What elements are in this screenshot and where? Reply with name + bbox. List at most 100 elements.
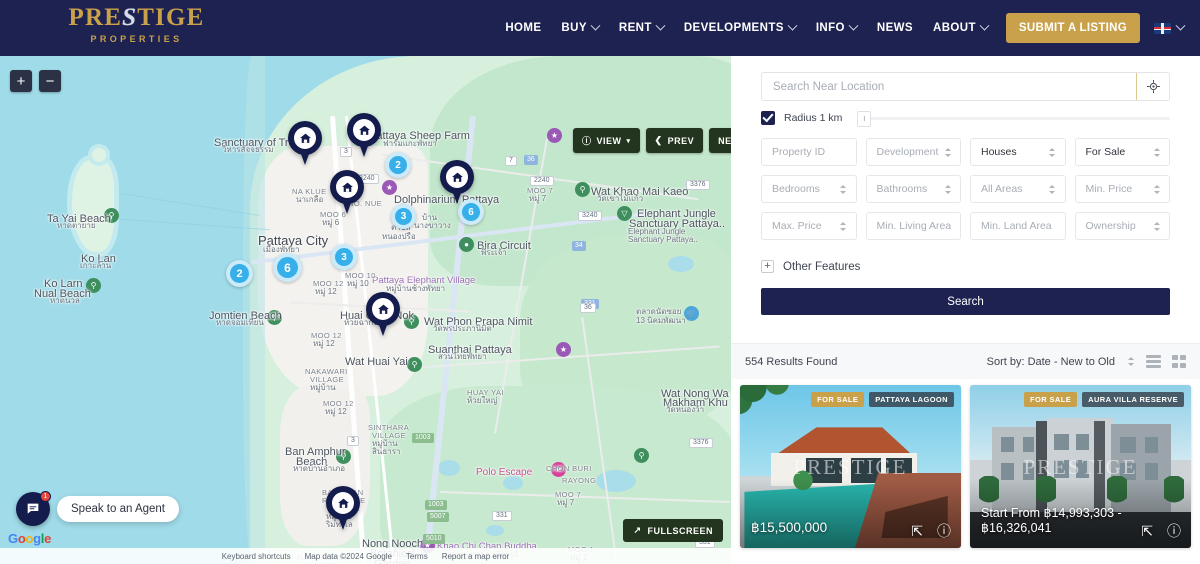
expand-icon[interactable]: ⇱ <box>1141 524 1153 538</box>
map-prev-button[interactable]: ❮ PREV <box>645 128 704 153</box>
nav-item-about[interactable]: ABOUT <box>923 16 998 40</box>
min-price-select[interactable]: Min. Price <box>1074 175 1170 203</box>
search-button[interactable]: Search <box>761 288 1170 315</box>
poi-ta-yai-beach[interactable]: ⚲ <box>104 208 119 223</box>
nav-label: NEWS <box>876 22 914 34</box>
map-canvas[interactable]: ⚲ ⚲ ⚲ ⚲ ⚲ ★ ★ ★ ★ ★ ⚲ ▽ ● ⚲ 🛒 ★ ⚲ ⚲ Sanc… <box>0 56 731 564</box>
map-property-pin[interactable] <box>326 486 360 530</box>
submit-listing-button[interactable]: SUBMIT A LISTING <box>1005 13 1140 43</box>
other-features-toggle[interactable]: + Other Features <box>761 260 1170 273</box>
chevron-down-icon <box>590 20 601 31</box>
chat-widget[interactable]: 1 Speak to an Agent <box>16 491 179 526</box>
results-toolbar: 554 Results Found Sort by: Date - New to… <box>731 343 1200 379</box>
property-type-select[interactable]: Houses <box>970 138 1066 166</box>
map-property-pin[interactable] <box>366 292 400 336</box>
bathrooms-select[interactable]: Bathrooms <box>865 175 961 203</box>
max-price-select[interactable]: Max. Price <box>761 212 857 240</box>
keyboard-shortcuts-link[interactable]: Keyboard shortcuts <box>222 552 291 561</box>
expand-icon[interactable]: ⇱ <box>911 524 923 538</box>
poi-wat-phon[interactable]: ⚲ <box>404 314 419 329</box>
project-badge: PATTAYA LAGOON <box>869 392 954 407</box>
geolocate-button[interactable] <box>1136 73 1169 100</box>
house-icon <box>336 176 358 198</box>
radius-slider-track <box>857 116 1170 120</box>
radius-slider[interactable] <box>857 111 1170 127</box>
sort-chevron-icon[interactable] <box>1126 356 1135 367</box>
map-fullscreen-button[interactable]: ↗ FULLSCREEN <box>623 519 723 542</box>
nav-item-info[interactable]: INFO <box>806 16 867 40</box>
sort-select[interactable]: Sort by: Date - New to Old <box>987 356 1115 368</box>
map-cluster-marker[interactable]: 2 <box>385 152 411 178</box>
map-label: หาดนวล <box>50 296 80 305</box>
map-cluster-marker[interactable]: 6 <box>273 253 302 282</box>
info-circle-icon[interactable]: ⓘ <box>937 524 951 538</box>
house-icon <box>353 119 375 141</box>
terms-link[interactable]: Terms <box>406 552 428 561</box>
grid-view-icon[interactable] <box>1172 355 1186 368</box>
nav-label: HOME <box>505 22 542 34</box>
development-select[interactable]: Development <box>865 138 961 166</box>
areas-select[interactable]: All Areas <box>970 175 1066 203</box>
listing-type-select[interactable]: For Sale <box>1074 138 1170 166</box>
map-next-button[interactable]: NEXT ❯ <box>709 128 731 153</box>
map-view-button[interactable]: ⓘ VIEW ▾ <box>573 128 640 153</box>
map-property-pin[interactable] <box>330 170 364 214</box>
zoom-in-button[interactable]: + <box>10 70 32 92</box>
poi-museum-1[interactable]: ★ <box>382 180 397 195</box>
field-label: Ownership <box>1085 220 1136 232</box>
map-cluster-marker[interactable]: 2 <box>226 260 253 287</box>
property-card[interactable]: PRESTIGE FOR SALE AURA VILLA RESERVE Sta… <box>970 385 1191 548</box>
ownership-select[interactable]: Ownership <box>1074 212 1170 240</box>
poi-green-1[interactable]: ⚲ <box>634 448 649 463</box>
select-chevron-icon <box>1048 147 1057 158</box>
poi-bira-circuit[interactable]: ● <box>459 237 474 252</box>
field-label: Min. Land Area <box>981 220 1052 232</box>
zoom-out-button[interactable]: − <box>39 70 61 92</box>
chat-prompt-label[interactable]: Speak to an Agent <box>57 496 179 522</box>
nav-item-buy[interactable]: BUY <box>551 16 608 40</box>
list-view-icon[interactable] <box>1146 355 1161 368</box>
card-badges: FOR SALE AURA VILLA RESERVE <box>1024 392 1184 407</box>
status-badge: FOR SALE <box>1024 392 1078 407</box>
map-property-pin[interactable] <box>288 121 322 165</box>
radius-slider-handle[interactable] <box>857 111 871 127</box>
map-property-pin[interactable] <box>440 160 474 204</box>
min-living-area-field[interactable]: Min. Living Area <box>865 212 961 240</box>
map-cluster-marker[interactable]: 3 <box>331 244 357 270</box>
nav-item-home[interactable]: HOME <box>495 16 551 40</box>
poi-wat-huai-yai[interactable]: ⚲ <box>407 357 422 372</box>
map-lake-5 <box>668 256 694 272</box>
logo[interactable]: PRESTIGE PROPERTIES <box>64 5 209 44</box>
poi-polo-escape[interactable]: ★ <box>551 462 566 477</box>
bedrooms-select[interactable]: Bedrooms <box>761 175 857 203</box>
nav-label: ABOUT <box>933 22 976 34</box>
language-selector[interactable] <box>1154 20 1186 34</box>
search-input[interactable] <box>762 73 1136 100</box>
map-property-pin[interactable] <box>347 113 381 157</box>
property-card[interactable]: PRESTIGE FOR SALE PATTAYA LAGOON ฿15,500… <box>740 385 961 548</box>
sort-controls: Sort by: Date - New to Old <box>987 355 1186 368</box>
logo-text: PRESTIGE <box>68 4 205 31</box>
poi-ko-larn-nual-beach[interactable]: ⚲ <box>86 278 101 293</box>
nav-item-developments[interactable]: DEVELOPMENTS <box>674 16 806 40</box>
chat-bubble-icon[interactable]: 1 <box>16 491 51 526</box>
report-map-error-link[interactable]: Report a map error <box>442 552 510 561</box>
property-id-field[interactable]: Property ID <box>761 138 857 166</box>
nav-item-news[interactable]: NEWS <box>867 16 923 40</box>
poi-ban-amphur-beach[interactable]: ⚲ <box>336 449 351 464</box>
info-circle-icon[interactable]: ⓘ <box>1167 524 1181 538</box>
poi-suanthai[interactable]: ★ <box>556 342 571 357</box>
poi-museum-2[interactable]: ★ <box>547 128 562 143</box>
radius-checkbox[interactable] <box>761 111 775 125</box>
nav-item-rent[interactable]: RENT <box>609 16 674 40</box>
project-badge: AURA VILLA RESERVE <box>1082 392 1184 407</box>
map-cluster-marker[interactable]: 3 <box>391 204 416 229</box>
poi-wat-khao-mai-kaeo[interactable]: ⚲ <box>575 182 590 197</box>
location-search-row <box>761 72 1170 101</box>
results-card-grid: PRESTIGE FOR SALE PATTAYA LAGOON ฿15,500… <box>731 379 1200 548</box>
select-chevron-icon <box>1152 147 1161 158</box>
poi-jomtien-beach[interactable]: ⚲ <box>267 310 282 325</box>
min-land-area-field[interactable]: Min. Land Area <box>970 212 1066 240</box>
poi-market[interactable]: 🛒 <box>684 306 699 321</box>
poi-elephant-jungle[interactable]: ▽ <box>617 206 632 221</box>
